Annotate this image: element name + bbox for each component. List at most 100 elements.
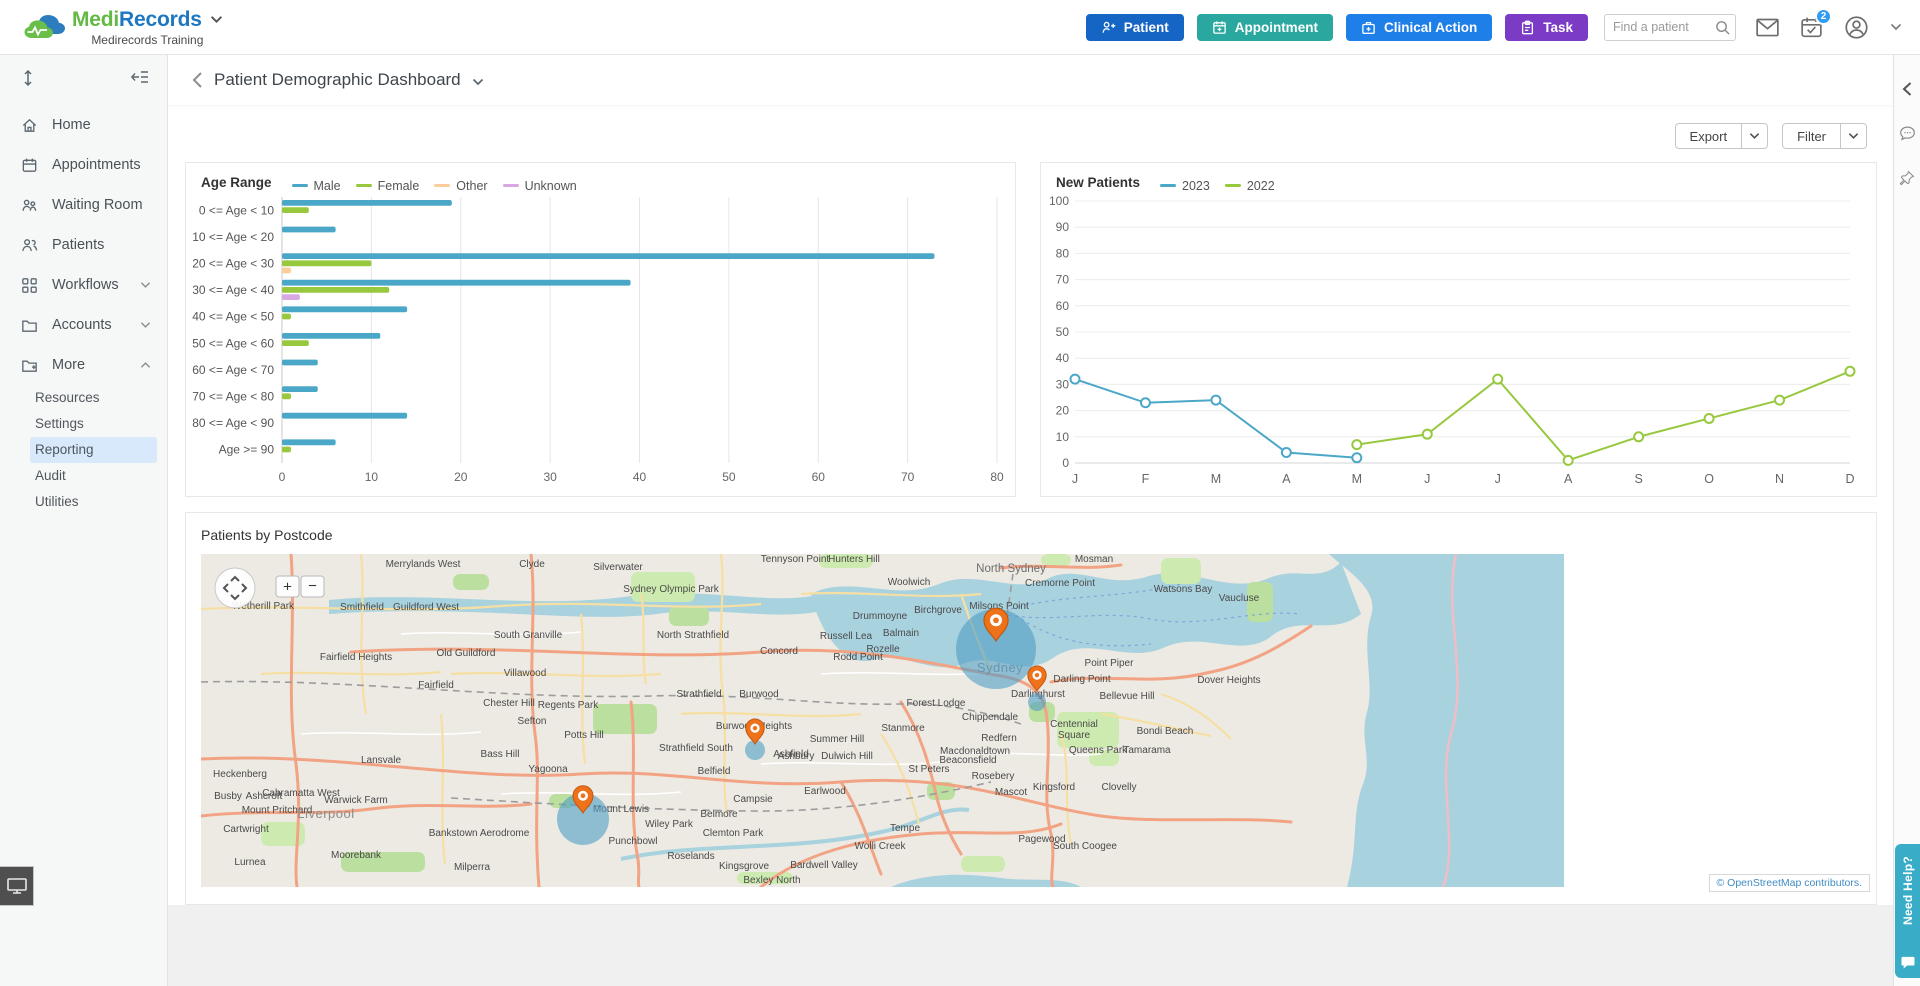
patients-icon [20,236,39,255]
sidebar-item-label: Accounts [52,317,112,333]
svg-text:Darling Point: Darling Point [1053,674,1110,685]
svg-text:60 <= Age < 70: 60 <= Age < 70 [192,362,274,376]
need-help-tab[interactable]: Need Help? [1895,844,1920,978]
resize-icon[interactable] [20,69,36,87]
svg-text:Mosman: Mosman [1075,554,1113,565]
back-chevron-icon[interactable] [192,71,203,89]
svg-text:South Granville: South Granville [494,630,563,641]
legend-swatch [503,184,519,187]
quick-actions: Patient Appointment Clinical Action Task [1086,14,1588,41]
collapse-sidebar-icon[interactable] [131,69,149,87]
search-icon[interactable] [1714,19,1731,36]
profile-chevron-down-icon[interactable] [1890,23,1902,31]
svg-text:Warwick Farm: Warwick Farm [324,795,388,806]
folder-plus-icon [20,356,39,375]
need-help-label: Need Help? [1901,856,1915,925]
brand-chevron-down-icon[interactable] [210,15,223,24]
map-attribution[interactable]: © OpenStreetMap contributors. [1709,874,1870,892]
chevron-up-icon[interactable] [140,361,151,369]
appointments-notification-icon[interactable]: 2 [1800,16,1823,38]
appointment-button[interactable]: Appointment [1197,14,1333,41]
sidebar-item-more[interactable]: More [0,345,167,385]
filter-button[interactable]: Filter [1782,123,1867,149]
legend-item[interactable]: 2022 [1225,179,1275,193]
screen-capture-widget[interactable] [0,866,34,906]
svg-text:O: O [1704,472,1714,486]
svg-text:Moorebank: Moorebank [331,850,382,861]
export-button[interactable]: Export [1675,123,1769,149]
svg-text:Silverwater: Silverwater [593,562,643,573]
mail-icon[interactable] [1756,18,1779,37]
sidebar-subitem-utilities[interactable]: Utilities [30,489,157,515]
task-button[interactable]: Task [1505,14,1588,41]
export-chevron-down-icon[interactable] [1741,124,1767,148]
svg-text:Woolwich: Woolwich [888,577,931,588]
clinical-action-button[interactable]: Clinical Action [1346,14,1492,41]
topbar: MediRecords Medirecords Training Patient… [0,0,1920,55]
sidebar-item-appointments[interactable]: Appointments [0,145,167,185]
svg-text:Mascot: Mascot [995,787,1027,798]
svg-text:N: N [1775,472,1784,486]
legend-item[interactable]: 2023 [1160,179,1210,193]
svg-text:S: S [1634,472,1642,486]
svg-text:Merrylands West: Merrylands West [386,559,461,570]
svg-text:M: M [1352,472,1362,486]
dashboard-chevron-down-icon[interactable] [472,78,484,86]
svg-text:50: 50 [1056,325,1070,339]
svg-text:Centennial: Centennial [1050,719,1098,730]
sidebar-nav: Home Appointments Waiting Room PatientsWork… [0,105,167,515]
expand-panel-chevron-left-icon[interactable] [1901,81,1913,97]
sidebar-item-label: Appointments [52,157,141,173]
patient-button[interactable]: Patient [1086,14,1184,41]
sidebar-item-accounts[interactable]: Accounts [0,305,167,345]
sidebar-item-home[interactable]: Home [0,105,167,145]
sidebar-item-patients[interactable]: Patients [0,225,167,265]
svg-text:10: 10 [1056,429,1070,443]
pin-icon[interactable] [1899,170,1915,186]
svg-text:Burwood: Burwood [739,689,778,700]
postcode-map[interactable]: Merrylands WestClydeSilverwaterSydney Ol… [201,554,1564,887]
svg-text:40 <= Age < 50: 40 <= Age < 50 [192,309,274,323]
action-label: Appointment [1235,20,1318,35]
svg-text:40: 40 [633,470,647,484]
filter-chevron-down-icon[interactable] [1840,124,1866,148]
page-background [168,905,1893,986]
brand-menu[interactable]: MediRecords Medirecords Training [22,8,223,47]
sidebar-item-label: Waiting Room [52,197,143,213]
sidebar-subitem-audit[interactable]: Audit [30,463,157,489]
svg-text:Clovelly: Clovelly [1101,782,1136,793]
svg-text:70 <= Age < 80: 70 <= Age < 80 [192,389,274,403]
svg-text:Guildford West: Guildford West [393,602,459,613]
svg-text:Yagoona: Yagoona [528,764,568,775]
chat-icon[interactable] [1899,125,1916,142]
postcode-bubble [1028,693,1046,711]
svg-text:Milperra: Milperra [454,862,491,873]
sidebar-item-workflows[interactable]: Workflows [0,265,167,305]
sidebar-subitem-reporting[interactable]: Reporting [30,437,157,463]
svg-text:Wolli Creek: Wolli Creek [855,841,907,852]
svg-text:Dover Heights: Dover Heights [1197,675,1260,686]
legend-swatch [1225,184,1241,187]
chevron-down-icon[interactable] [140,321,151,329]
svg-text:Dulwich Hill: Dulwich Hill [821,751,873,762]
legend-label: Male [314,179,341,193]
legend-item[interactable]: Other [434,179,487,193]
chevron-down-icon[interactable] [140,281,151,289]
svg-text:Bardwell Valley: Bardwell Valley [790,860,858,871]
svg-text:J: J [1495,472,1501,486]
age-range-chart: 010203040506070800 <= Age < 1010 <= Age … [186,193,1015,489]
legend-item[interactable]: Male [292,179,341,193]
sidebar-item-waiting-room[interactable]: Waiting Room [0,185,167,225]
sidebar-subitem-resources[interactable]: Resources [30,385,157,411]
svg-text:North Sydney: North Sydney [976,563,1046,575]
sidebar-subitem-settings[interactable]: Settings [30,411,157,437]
svg-text:Watsons Bay: Watsons Bay [1154,584,1213,595]
legend-item[interactable]: Unknown [503,179,577,193]
svg-text:Fairfield Heights: Fairfield Heights [320,652,392,663]
svg-text:30: 30 [543,470,557,484]
clipboard-icon [1520,20,1535,35]
user-profile-icon[interactable] [1844,15,1869,40]
legend-label: 2023 [1182,179,1210,193]
legend-item[interactable]: Female [356,179,420,193]
svg-text:Sydney Olympic Park: Sydney Olympic Park [623,584,720,595]
